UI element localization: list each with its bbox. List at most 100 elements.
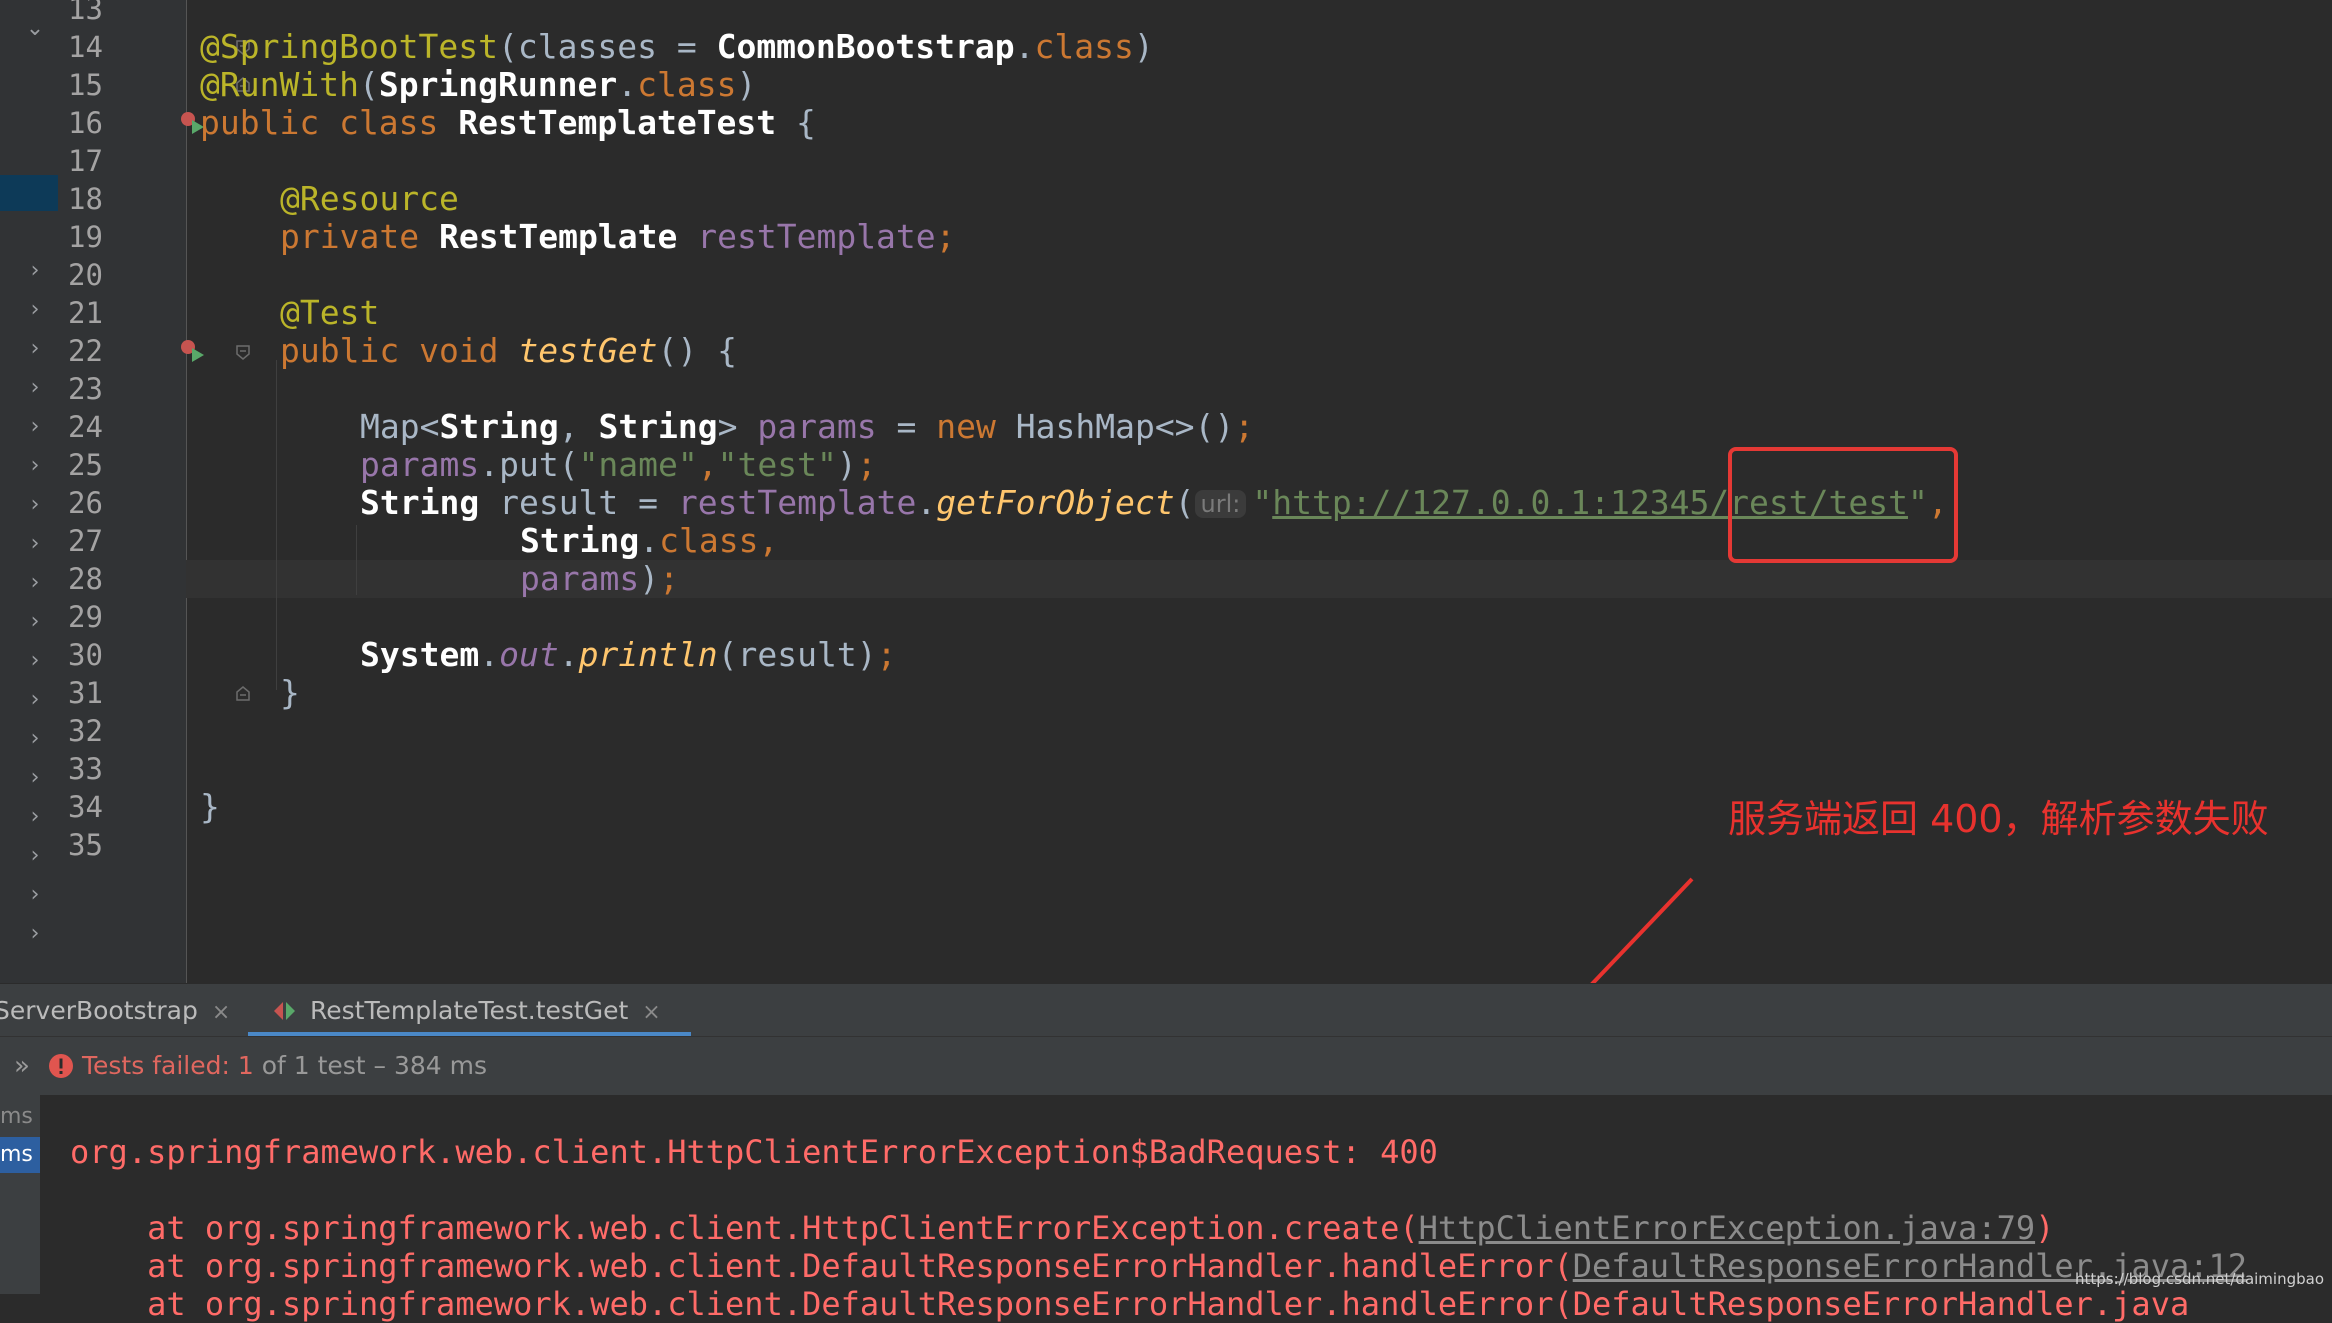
chevron-right-icon[interactable]: › <box>22 297 48 323</box>
chevron-right-icon[interactable]: › <box>22 687 48 713</box>
annotation-token: @Test <box>280 293 379 332</box>
semicolon: ; <box>1234 407 1254 446</box>
brace: } <box>200 787 220 826</box>
string-token: "name" <box>579 445 698 484</box>
static-field-token: out <box>499 635 559 674</box>
chevron-right-icon[interactable]: › <box>22 531 48 557</box>
line-number: 21 <box>68 294 164 332</box>
highlight-box <box>1728 447 1958 563</box>
strip-selection <box>0 175 58 211</box>
line-number: 33 <box>68 750 164 788</box>
code-line-24: Map<String, String> params = new HashMap… <box>360 408 1254 446</box>
run-tab-bar: ServerBootstrap× RestTemplateTest.testGe… <box>0 983 2332 1037</box>
code-line-18: @Resource <box>280 180 459 218</box>
chevron-right-icon[interactable]: › <box>22 765 48 791</box>
chevron-right-icon[interactable]: › <box>22 882 48 908</box>
annotation-token: @RunWith <box>200 65 359 104</box>
test-status-bar: » Tests failed: 1 of 1 test – 384 ms <box>0 1036 2332 1096</box>
parameter-hint: url: <box>1195 490 1247 518</box>
punct: . <box>1015 27 1035 66</box>
test-status: Tests failed: 1 of 1 test – 384 ms <box>82 1037 487 1095</box>
punct: () { <box>658 331 737 370</box>
line-number: 30 <box>68 636 164 674</box>
comma: , <box>698 445 718 484</box>
chevron-right-icon[interactable]: › <box>22 570 48 596</box>
chevron-right-icon[interactable]: › <box>22 843 48 869</box>
line-number: 17 <box>68 142 164 180</box>
method-token: println <box>579 635 718 674</box>
keyword-token: private <box>280 217 439 256</box>
variable-token: params <box>757 407 876 446</box>
line-number: 20 <box>68 256 164 294</box>
punct: result = <box>479 483 678 522</box>
class-token: RestTemplate <box>439 217 677 256</box>
method-token: testGet <box>518 331 657 370</box>
chevron-right-icon[interactable]: › <box>22 609 48 635</box>
punct: ) <box>837 445 857 484</box>
code-line-14: @SpringBootTest(classes = CommonBootstra… <box>200 28 1154 66</box>
structure-strip: ⌄ › › › › › › › › › › › › › › › › › › <box>0 0 58 983</box>
line-number: 31 <box>68 674 164 712</box>
chevron-right-icon[interactable]: › <box>22 648 48 674</box>
class-token: SpringRunner <box>379 65 617 104</box>
punct: <>() <box>1155 407 1234 446</box>
line-number: 35 <box>68 826 164 864</box>
failed-count: 1 <box>238 1051 254 1080</box>
chevron-right-icon[interactable]: › <box>22 726 48 752</box>
code-line-15: @RunWith(SpringRunner.class) <box>200 66 756 104</box>
line-gutter[interactable]: 13 14 15 16 17 18 19 20 21 22 23 24 25 2… <box>58 0 187 983</box>
chevron-right-icon[interactable]: › <box>22 921 48 947</box>
close-icon[interactable]: × <box>642 1000 660 1025</box>
test-duration[interactable]: ms <box>0 1099 40 1135</box>
line-number: 14 <box>68 28 164 66</box>
line-number: 16 <box>68 104 164 142</box>
string-token: "test" <box>718 445 837 484</box>
close-icon[interactable]: × <box>212 1000 230 1025</box>
punct: ) <box>1134 27 1154 66</box>
keyword-token: public void <box>280 331 518 370</box>
tab-serverbootstrap[interactable]: ServerBootstrap× <box>0 984 230 1037</box>
variable-token: params <box>360 445 479 484</box>
line-number: 22 <box>68 332 164 370</box>
punct: > <box>718 407 758 446</box>
chevron-right-icon[interactable]: › <box>22 453 48 479</box>
line-number: 18 <box>68 180 164 218</box>
trace-text: at org.springframework.web.client.HttpCl… <box>70 1209 1419 1247</box>
tab-resttemplatetest[interactable]: RestTemplateTest.testGet × <box>248 984 691 1037</box>
field-token: restTemplate <box>697 217 935 256</box>
chevron-right-icon[interactable]: › <box>22 258 48 284</box>
punct: . <box>916 483 936 522</box>
line-number: 32 <box>68 712 164 750</box>
line-number: 34 <box>68 788 164 826</box>
variable-token: params <box>520 559 639 598</box>
semicolon: ; <box>659 559 679 598</box>
punct: . <box>617 65 637 104</box>
punct: . <box>639 521 659 560</box>
code-line-25: params.put("name","test"); <box>360 446 877 484</box>
trace-text: at org.springframework.web.client.Defaul… <box>70 1247 1573 1285</box>
type-token: HashMap <box>1016 407 1155 446</box>
punct: ) <box>639 559 659 598</box>
source-link[interactable]: HttpClientErrorException.java:79 <box>1419 1209 2036 1247</box>
code-editor[interactable]: ⌄ › › › › › › › › › › › › › › › › › › 13… <box>0 0 2332 983</box>
stack-trace-line: at org.springframework.web.client.Defaul… <box>70 1247 2247 1285</box>
class-token: String <box>520 521 639 560</box>
test-duration-selected[interactable]: ms <box>0 1137 40 1173</box>
chevron-down-icon[interactable]: ⌄ <box>22 16 48 42</box>
punct: ) <box>736 65 756 104</box>
chevron-right-icon[interactable]: › <box>22 804 48 830</box>
chevron-right-icon[interactable]: › <box>22 375 48 401</box>
expand-icon[interactable]: » <box>14 1037 30 1095</box>
keyword-token: new <box>936 407 1015 446</box>
chevron-right-icon[interactable]: › <box>22 414 48 440</box>
chevron-right-icon[interactable]: › <box>22 492 48 518</box>
tab-label: RestTemplateTest.testGet <box>310 996 628 1025</box>
console-output[interactable]: ms ms org.springframework.web.client.Htt… <box>0 1095 2332 1294</box>
line-number: 13 <box>68 0 164 28</box>
punct: { <box>776 103 816 142</box>
code-line-26: String result = restTemplate.getForObjec… <box>360 484 1948 522</box>
line-number: 19 <box>68 218 164 256</box>
chevron-right-icon[interactable]: › <box>22 336 48 362</box>
code-line-28: params); <box>520 560 679 598</box>
code-line-34: } <box>200 788 220 826</box>
